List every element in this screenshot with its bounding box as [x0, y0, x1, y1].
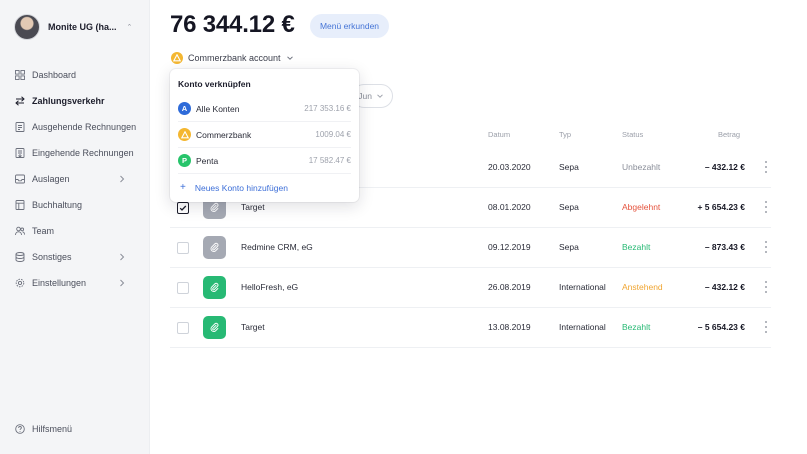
row-checkbox[interactable] [177, 322, 189, 334]
row-checkbox[interactable] [177, 282, 189, 294]
row-status: Abgelehnt [622, 202, 661, 212]
table-header: Datum Typ Status Betrag [0, 130, 807, 142]
row-amount: – 5 654.23 € [697, 322, 745, 332]
commerzbank-logo-icon [178, 128, 191, 141]
sidebar-item-zahlungsverkehr[interactable]: Zahlungsverkehr [0, 88, 150, 114]
table-row[interactable]: Target 13.08.2019 International Bezahlt … [0, 308, 807, 348]
add-account-button[interactable]: + Neues Konto hinzufügen [180, 182, 288, 194]
help-icon [15, 424, 25, 434]
help-menu-link[interactable]: Hilfsmenü [15, 424, 72, 434]
row-date: 09.12.2019 [488, 242, 531, 252]
row-checkbox[interactable] [177, 202, 189, 214]
add-account-label: Neues Konto hinzufügen [194, 183, 288, 193]
table-row[interactable]: Redmine CRM, eG 09.12.2019 Sepa Bezahlt … [0, 228, 807, 268]
help-menu-label: Hilfsmenü [32, 424, 73, 434]
row-date: 08.01.2020 [488, 202, 531, 212]
row-amount: – 432.12 € [704, 162, 745, 172]
chevron-up-down-icon: ⌃ [126, 24, 133, 31]
row-type: Sepa [559, 162, 579, 172]
dropdown-title: Konto verknüpfen [178, 79, 251, 89]
more-options-icon[interactable] [763, 280, 769, 294]
account-option-amount: 17 582.47 € [308, 156, 351, 165]
row-status: Anstehend [622, 282, 663, 292]
more-options-icon[interactable] [763, 320, 769, 334]
row-type: International [559, 322, 606, 332]
row-date: 13.08.2019 [488, 322, 531, 332]
column-header-type[interactable]: Typ [559, 130, 571, 139]
more-options-icon[interactable] [763, 200, 769, 214]
account-option-label: Alle Konten [196, 104, 240, 114]
avatar [14, 14, 40, 40]
penta-logo-icon: P [178, 154, 191, 167]
chevron-down-icon [377, 94, 383, 98]
row-status: Bezahlt [622, 242, 651, 252]
row-status: Unbezahlt [622, 162, 661, 172]
row-name: Redmine CRM, eG [241, 242, 313, 252]
column-header-amount[interactable]: Betrag [718, 130, 740, 139]
row-name: Target [241, 322, 265, 332]
sidebar-item-label: Zahlungsverkehr [32, 96, 105, 106]
account-option-commerzbank[interactable]: Commerzbank 1009.04 € [170, 122, 359, 148]
row-amount: – 432.12 € [704, 282, 745, 292]
row-type: International [559, 282, 606, 292]
attachment-icon[interactable] [203, 276, 226, 299]
account-option-penta[interactable]: P Penta 17 582.47 € [170, 148, 359, 174]
account-selector[interactable]: Commerzbank account [171, 52, 294, 64]
row-status: Bezahlt [622, 322, 651, 332]
account-option-all[interactable]: A Alle Konten 217 353.16 € [170, 96, 359, 122]
company-switcher[interactable]: Monite UG (ha... ⌃ [14, 14, 132, 40]
account-option-amount: 1009.04 € [315, 130, 351, 139]
more-options-icon[interactable] [763, 240, 769, 254]
commerzbank-logo-icon [171, 52, 183, 64]
column-header-date[interactable]: Datum [488, 130, 510, 139]
table-row[interactable]: HelloFresh, eG 26.08.2019 International … [0, 268, 807, 308]
table-row[interactable]: 20.03.2020 Sepa Unbezahlt – 432.12 € [0, 148, 807, 188]
column-header-status[interactable]: Status [622, 130, 643, 139]
company-name: Monite UG (ha... [48, 22, 117, 32]
account-option-label: Penta [196, 156, 219, 166]
account-option-amount: 217 353.16 € [304, 104, 351, 113]
row-name: HelloFresh, eG [241, 282, 299, 292]
transfer-icon [15, 96, 25, 106]
row-checkbox[interactable] [177, 242, 189, 254]
period-filter-label: Jun [358, 91, 372, 101]
row-type: Sepa [559, 202, 579, 212]
explore-menu-button[interactable]: Menü erkunden [310, 14, 389, 38]
row-date: 26.08.2019 [488, 282, 531, 292]
sidebar-item-label: Dashboard [32, 70, 77, 80]
chevron-down-icon [286, 56, 293, 60]
plus-icon: + [180, 182, 186, 193]
row-amount: + 5 654.23 € [697, 202, 745, 212]
checkmark-icon [179, 205, 187, 211]
more-options-icon[interactable] [763, 160, 769, 174]
account-selector-label: Commerzbank account [188, 53, 281, 63]
row-amount: – 873.43 € [704, 242, 745, 252]
sidebar-item-dashboard[interactable]: Dashboard [0, 62, 150, 88]
account-dropdown: Konto verknüpfen A Alle Konten 217 353.1… [170, 69, 359, 202]
grid-icon [15, 70, 25, 80]
row-type: Sepa [559, 242, 579, 252]
table-row[interactable]: Target 08.01.2020 Sepa Abgelehnt + 5 654… [0, 188, 807, 228]
attachment-icon[interactable] [203, 316, 226, 339]
account-balance: 76 344.12 € [170, 11, 295, 38]
row-name: Target [241, 202, 265, 212]
all-accounts-badge-icon: A [178, 102, 191, 115]
row-date: 20.03.2020 [488, 162, 531, 172]
account-option-label: Commerzbank [196, 130, 252, 140]
attachment-icon[interactable] [203, 236, 226, 259]
